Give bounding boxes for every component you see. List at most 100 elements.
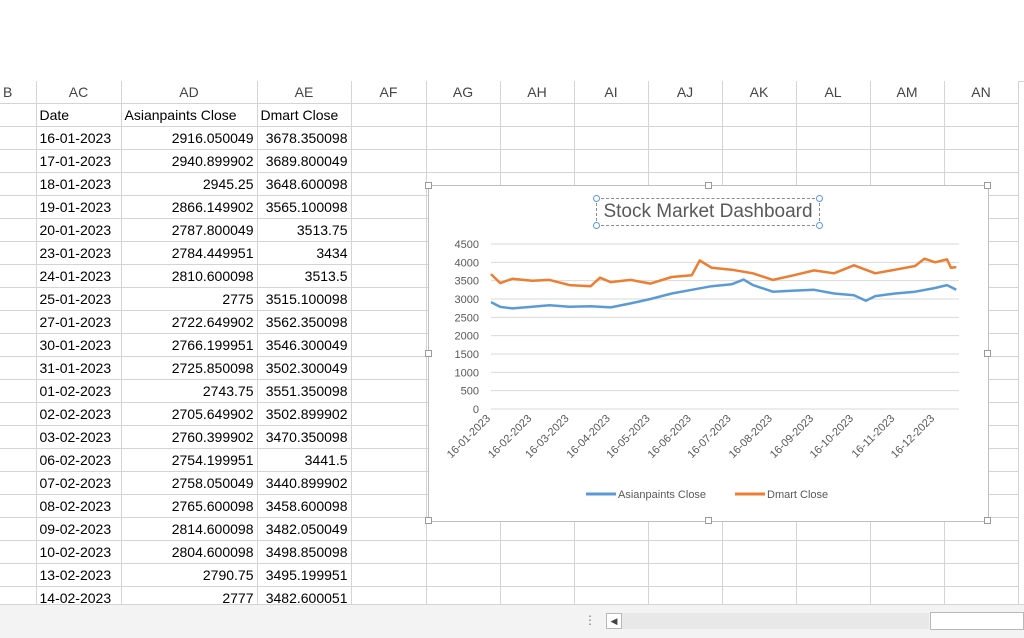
empty-cell[interactable]	[722, 149, 797, 173]
chart-container[interactable]: 0 500 1000 1500 2000 2500 3000 3500 4000 4500 16-0…	[425, 182, 991, 524]
empty-cell[interactable]	[0, 471, 37, 495]
scroll-thumb[interactable]	[930, 612, 1024, 630]
table-cell[interactable]: 2725.850098	[121, 356, 258, 380]
empty-cell[interactable]	[574, 126, 649, 150]
table-cell[interactable]: 2722.649902	[121, 310, 258, 334]
empty-cell[interactable]	[574, 149, 649, 173]
empty-cell[interactable]	[351, 195, 427, 219]
table-cell[interactable]: 2777	[121, 586, 258, 604]
empty-cell[interactable]	[944, 540, 1019, 564]
table-cell[interactable]: 3513.5	[257, 264, 352, 288]
table-cell[interactable]: 2754.199951	[121, 448, 258, 472]
empty-cell[interactable]	[574, 586, 649, 604]
table-cell[interactable]: 23-01-2023	[36, 241, 122, 265]
empty-cell[interactable]	[0, 425, 37, 449]
table-cell[interactable]: 3689.800049	[257, 149, 352, 173]
empty-cell[interactable]	[351, 517, 427, 541]
table-cell[interactable]: 3648.600098	[257, 172, 352, 196]
table-cell[interactable]: 3440.899902	[257, 471, 352, 495]
empty-cell[interactable]	[574, 103, 649, 127]
empty-cell[interactable]	[870, 586, 945, 604]
empty-cell[interactable]	[722, 103, 797, 127]
empty-cell[interactable]	[351, 287, 427, 311]
empty-cell[interactable]	[648, 126, 723, 150]
empty-cell[interactable]	[0, 563, 37, 587]
table-cell[interactable]: 2945.25	[121, 172, 258, 196]
table-cell[interactable]: 13-02-2023	[36, 563, 122, 587]
column-header-ad[interactable]: AD	[121, 81, 258, 104]
title-handle-bottom-right[interactable]	[816, 222, 823, 229]
table-cell[interactable]: 3546.300049	[257, 333, 352, 357]
empty-cell[interactable]	[351, 149, 427, 173]
empty-cell[interactable]	[722, 563, 797, 587]
empty-cell[interactable]	[722, 586, 797, 604]
empty-cell[interactable]	[426, 126, 501, 150]
empty-cell[interactable]	[944, 586, 1019, 604]
empty-cell[interactable]	[500, 126, 575, 150]
empty-cell[interactable]	[796, 563, 871, 587]
table-cell[interactable]: 25-01-2023	[36, 287, 122, 311]
table-cell[interactable]: 02-02-2023	[36, 402, 122, 426]
empty-cell[interactable]	[351, 586, 427, 604]
column-header-ai[interactable]: AI	[574, 81, 649, 104]
empty-cell[interactable]	[944, 149, 1019, 173]
empty-cell[interactable]	[870, 540, 945, 564]
empty-cell[interactable]	[0, 310, 37, 334]
table-cell[interactable]: 08-02-2023	[36, 494, 122, 518]
table-cell[interactable]: 27-01-2023	[36, 310, 122, 334]
table-cell[interactable]: 3458.600098	[257, 494, 352, 518]
title-handle-bottom-left[interactable]	[593, 222, 600, 229]
empty-cell[interactable]	[426, 563, 501, 587]
table-cell[interactable]: 3441.5	[257, 448, 352, 472]
empty-cell[interactable]	[0, 540, 37, 564]
empty-cell[interactable]	[351, 356, 427, 380]
table-cell[interactable]: 3678.350098	[257, 126, 352, 150]
chart-title[interactable]: Stock Market Dashboard	[593, 195, 823, 229]
table-cell[interactable]: 18-01-2023	[36, 172, 122, 196]
column-header-af[interactable]: AF	[351, 81, 427, 104]
table-cell[interactable]: 3502.300049	[257, 356, 352, 380]
table-cell[interactable]: 2787.800049	[121, 218, 258, 242]
empty-cell[interactable]	[0, 172, 37, 196]
scroll-track[interactable]	[622, 613, 929, 629]
column-header-b[interactable]: B	[0, 81, 37, 104]
table-cell[interactable]: 3515.100098	[257, 287, 352, 311]
empty-cell[interactable]	[0, 356, 37, 380]
empty-cell[interactable]	[0, 586, 37, 604]
table-cell[interactable]: 3551.350098	[257, 379, 352, 403]
title-handle-top-left[interactable]	[593, 195, 600, 202]
empty-cell[interactable]	[426, 540, 501, 564]
table-cell[interactable]: 3502.899902	[257, 402, 352, 426]
empty-cell[interactable]	[0, 333, 37, 357]
table-cell[interactable]: 3495.199951	[257, 563, 352, 587]
empty-cell[interactable]	[648, 563, 723, 587]
column-header-am[interactable]: AM	[870, 81, 945, 104]
empty-cell[interactable]	[796, 586, 871, 604]
table-cell[interactable]: 3498.850098	[257, 540, 352, 564]
table-cell[interactable]: 2940.899902	[121, 149, 258, 173]
empty-cell[interactable]	[351, 126, 427, 150]
table-cell[interactable]: 03-02-2023	[36, 425, 122, 449]
empty-cell[interactable]	[0, 264, 37, 288]
empty-cell[interactable]	[500, 563, 575, 587]
table-cell[interactable]: 2784.449951	[121, 241, 258, 265]
empty-cell[interactable]	[722, 540, 797, 564]
empty-cell[interactable]	[796, 126, 871, 150]
empty-cell[interactable]	[351, 218, 427, 242]
table-header-cell[interactable]: Date	[36, 103, 122, 127]
table-cell[interactable]: 2766.199951	[121, 333, 258, 357]
table-cell[interactable]: 2775	[121, 287, 258, 311]
column-header-al[interactable]: AL	[796, 81, 871, 104]
table-cell[interactable]: 30-01-2023	[36, 333, 122, 357]
empty-cell[interactable]	[351, 494, 427, 518]
table-cell[interactable]: 09-02-2023	[36, 517, 122, 541]
table-cell[interactable]: 2760.399902	[121, 425, 258, 449]
table-cell[interactable]: 2705.649902	[121, 402, 258, 426]
table-cell[interactable]: 2814.600098	[121, 517, 258, 541]
empty-cell[interactable]	[574, 540, 649, 564]
empty-cell[interactable]	[351, 379, 427, 403]
table-cell[interactable]: 2866.149902	[121, 195, 258, 219]
column-header-ae[interactable]: AE	[257, 81, 352, 104]
empty-cell[interactable]	[870, 563, 945, 587]
table-cell[interactable]: 14-02-2023	[36, 586, 122, 604]
